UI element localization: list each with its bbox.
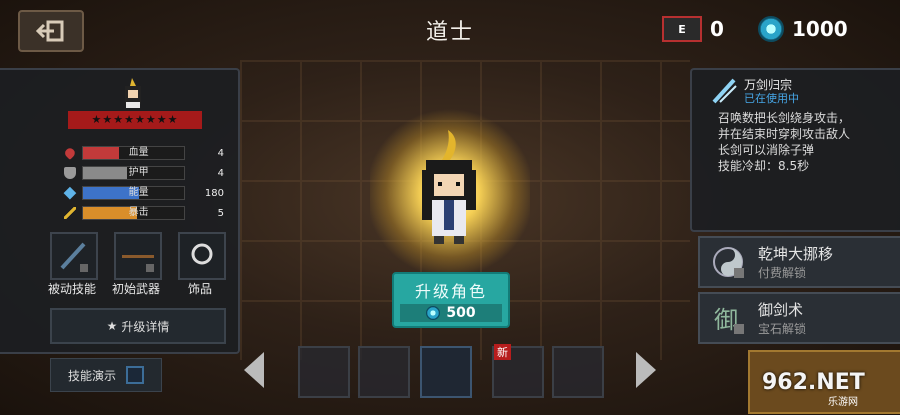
starting-weapon-slot[interactable] (114, 232, 162, 280)
skill-demo-checkbox[interactable] (126, 366, 144, 384)
sword-icon (60, 242, 88, 272)
upgrade-detail-label: 升级详情 (121, 319, 170, 334)
gem-currency: 1000 (758, 16, 848, 42)
energy-diamond-icon (63, 186, 77, 200)
starting-weapon-label: 初始武器 (111, 282, 160, 296)
prev-skin-arrow[interactable] (244, 352, 264, 388)
e-currency-count: 0 (710, 17, 724, 41)
sword-skill-icon (712, 78, 737, 104)
stats-panel: ★★★★★★★★ 血量 4 护甲 4 能量 180 暴击 5 被动技能 初始武器… (0, 68, 240, 354)
gem-icon (758, 16, 784, 42)
next-skin-arrow[interactable] (636, 352, 656, 388)
passive-skill-slot[interactable] (50, 232, 98, 280)
ring-icon (191, 243, 213, 265)
locked-skill-name: 御剑术 (758, 301, 804, 319)
stat-armor: 护甲 4 (64, 166, 224, 180)
skill-description: 召唤数把长剑绕身攻击， 并在结束时穿刺攻击敌人 长剑可以消除子弹 技能冷却：8.… (718, 111, 851, 173)
stat-value: 4 (217, 147, 224, 159)
locked-skill-name: 乾坤大挪移 (758, 245, 834, 263)
active-skill-panel: 万剑归宗 已在使用中 召唤数把长剑绕身攻击， 并在结束时穿刺攻击敌人 长剑可以消… (690, 68, 900, 232)
stat-label: 能量 (128, 187, 149, 198)
crit-slash-icon (64, 207, 76, 219)
locked-skill-card[interactable]: 乾坤大挪移 付费解锁 (698, 236, 900, 288)
skin-slot[interactable] (358, 346, 410, 398)
skin-slot[interactable] (552, 346, 604, 398)
watermark-sub: 乐游网 (828, 397, 858, 408)
gem-count: 1000 (792, 17, 848, 41)
staff-icon (122, 255, 154, 272)
star-icon: ★ (106, 319, 118, 333)
yin-yang-icon (713, 247, 744, 278)
gem-icon (426, 306, 441, 320)
locked-skill-unlock: 付费解锁 (758, 266, 807, 280)
skill-demo-toggle[interactable]: 技能演示 (50, 358, 162, 392)
stat-label: 血量 (128, 147, 149, 158)
stat-hp: 血量 4 (63, 146, 224, 160)
accessory-slot[interactable] (178, 232, 226, 280)
upgrade-character-button[interactable]: 升级角色 500 (392, 272, 510, 328)
upgrade-detail-button[interactable]: ★ 升级详情 (50, 308, 226, 344)
star-rank: ★★★★★★★★ (68, 111, 202, 129)
stat-crit: 暴击 5 (64, 206, 224, 220)
upgrade-cost: 500 (400, 304, 502, 322)
locked-skill-unlock: 宝石解锁 (758, 322, 807, 336)
stat-energy: 能量 180 (63, 186, 224, 200)
watermark-logo: 962.NET (762, 370, 865, 395)
skill-demo-label: 技能演示 (67, 368, 116, 383)
stat-label: 暴击 (128, 207, 149, 218)
skill-status: 已在使用中 (744, 92, 799, 105)
hero-sprite (422, 130, 476, 244)
sword-control-icon: 御 (714, 306, 744, 334)
stat-value: 180 (204, 187, 224, 199)
hero-portrait-icon (125, 78, 141, 108)
upgrade-character-label: 升级角色 (414, 282, 487, 301)
stat-label: 护甲 (128, 167, 149, 178)
e-currency: E 0 (662, 16, 724, 42)
stat-value: 4 (217, 167, 224, 179)
e-currency-icon: E (662, 16, 702, 42)
skin-slot[interactable] (298, 346, 350, 398)
upgrade-cost-value: 500 (446, 305, 476, 321)
heart-icon (63, 146, 77, 160)
stat-value: 5 (217, 207, 224, 219)
shield-icon (64, 167, 76, 179)
locked-skill-card[interactable]: 御 御剑术 宝石解锁 (698, 292, 900, 344)
passive-skill-label: 被动技能 (47, 282, 96, 296)
accessory-label: 饰品 (187, 282, 212, 296)
new-badge: 新 (494, 344, 511, 360)
skin-slot-selected[interactable] (420, 346, 472, 398)
